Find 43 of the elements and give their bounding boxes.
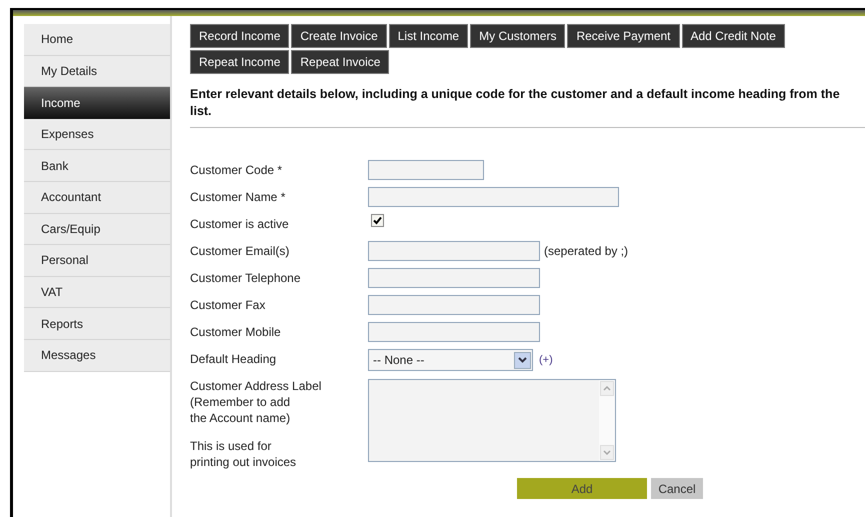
field-label: Customer Mobile [190, 324, 282, 340]
sidebar-item[interactable]: Expenses [24, 118, 170, 150]
nav-tab[interactable]: Receive Payment [567, 24, 680, 48]
sidebar-item[interactable]: Accountant [24, 182, 170, 214]
nav-tab[interactable]: List Income [388, 24, 468, 48]
nav-tab[interactable]: Create Invoice [291, 24, 387, 48]
sidebar-item[interactable]: Reports [24, 308, 170, 340]
field-note: (seperated by ;) [544, 243, 628, 260]
sidebar-item[interactable]: My Details [24, 56, 170, 88]
input-field[interactable] [368, 322, 540, 342]
address-textarea[interactable] [368, 379, 616, 462]
sidebar-item[interactable]: Home [24, 24, 170, 56]
field-label: Customer Fax [190, 297, 266, 313]
sidebar-item[interactable]: Cars/Equip [24, 214, 170, 246]
field-label: Customer Telephone [190, 270, 302, 286]
nav-tab[interactable]: Repeat Income [190, 50, 290, 74]
instructions-text: Enter relevant details below, including a unique code for the customer and a default income heading from the list. [190, 86, 841, 120]
cancel-button[interactable]: Cancel [651, 478, 703, 499]
field-label: Customer Address Label (Remember to add the Account name) [190, 378, 322, 426]
input-field[interactable] [368, 268, 540, 288]
nav-tab[interactable]: Record Income [190, 24, 290, 48]
input-field[interactable] [368, 187, 619, 207]
nav-tab[interactable]: Add Credit Note [682, 24, 785, 48]
input-field[interactable] [368, 295, 540, 315]
sidebar-item[interactable]: Personal [24, 245, 170, 277]
nav-tab[interactable]: Repeat Invoice [291, 50, 390, 74]
add-button[interactable]: Add [517, 478, 647, 499]
sidebar-item[interactable]: Messages [24, 340, 170, 372]
nav-tab[interactable]: My Customers [470, 24, 566, 48]
field-label: Default Heading [190, 351, 278, 367]
field-label: Customer Email(s) [190, 243, 290, 259]
hint-text: This is used for printing out invoices [190, 438, 298, 470]
input-field[interactable] [368, 241, 540, 261]
field-label: Customer Code * [190, 162, 284, 178]
field-label: Customer Name * [190, 189, 286, 205]
sidebar-item[interactable]: Income [24, 87, 170, 119]
select-field[interactable]: -- None -- [368, 349, 533, 371]
add-heading-link[interactable]: (+) [539, 352, 553, 368]
sidebar-item[interactable]: VAT [24, 276, 170, 308]
checkbox[interactable] [371, 214, 384, 227]
input-field[interactable] [368, 160, 484, 180]
sidebar-item[interactable]: Bank [24, 150, 170, 182]
field-label: Customer is active [190, 216, 290, 232]
